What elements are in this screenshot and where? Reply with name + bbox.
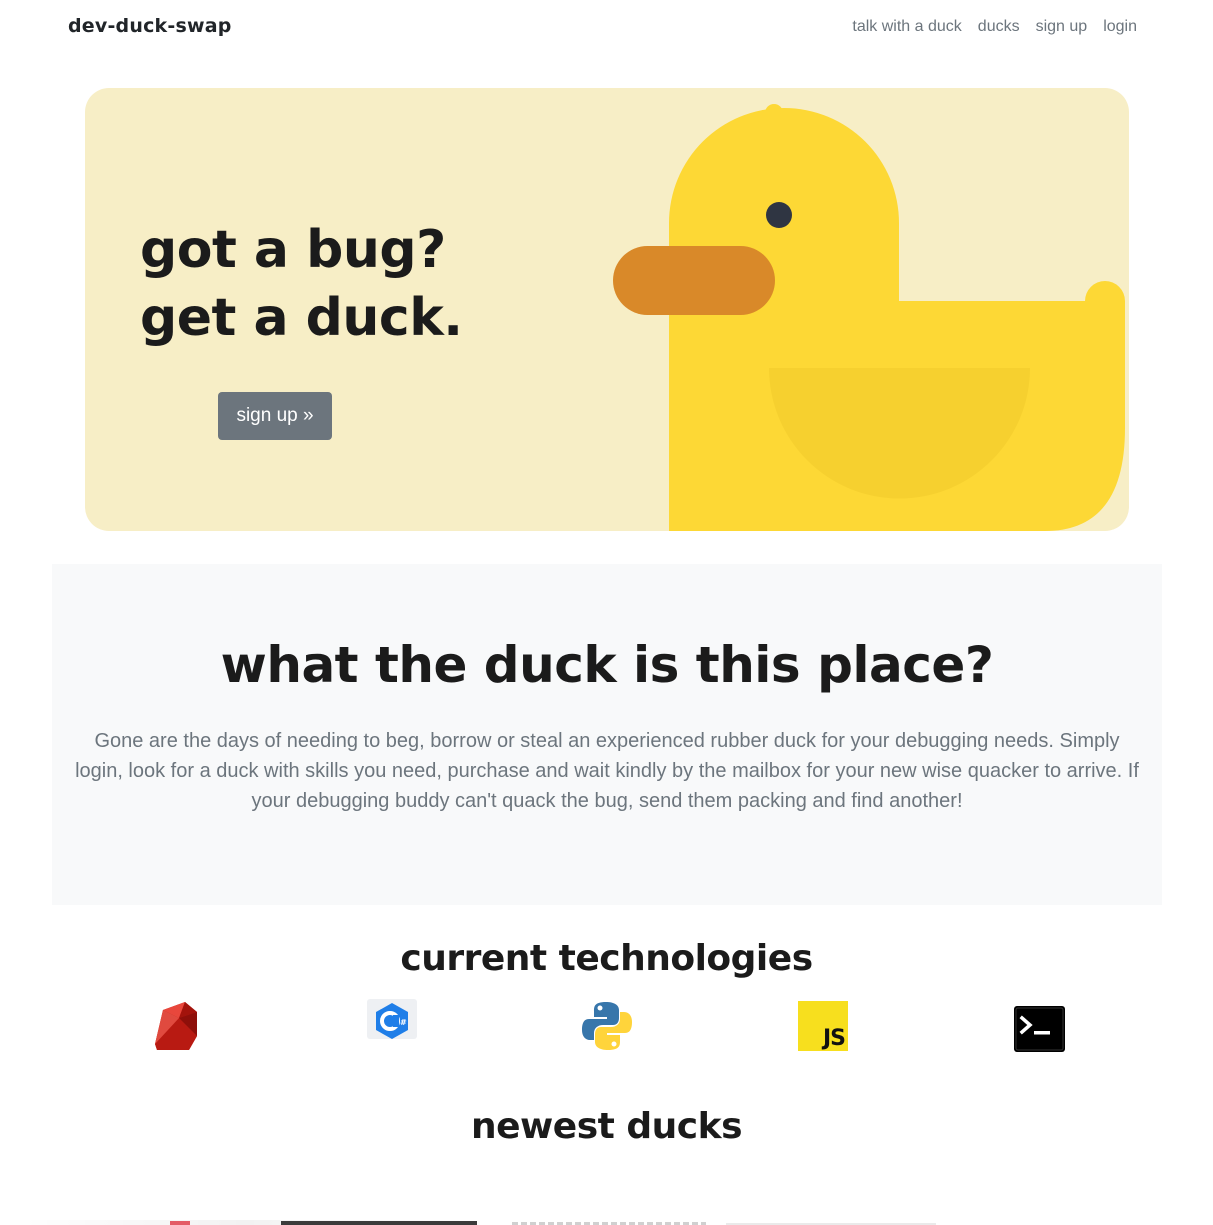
about-text: Gone are the days of needing to beg, bor… xyxy=(75,730,1139,812)
python-icon xyxy=(582,1002,632,1050)
javascript-icon: JS xyxy=(798,1001,848,1051)
hero-sign-up-button[interactable]: sign up » xyxy=(218,392,332,440)
hero-heading: got a bug? get a duck. xyxy=(140,216,463,352)
nav-link-ducks[interactable]: ducks xyxy=(978,18,1020,36)
ruby-icon xyxy=(155,1002,197,1050)
nav-links: talk with a duck ducks sign up login xyxy=(852,18,1137,36)
hero-heading-line1: got a bug? xyxy=(140,220,446,280)
brand-logo[interactable]: dev-duck-swap xyxy=(68,15,232,37)
terminal-icon xyxy=(1014,1006,1065,1052)
csharp-icon: # xyxy=(367,999,417,1039)
javascript-icon-label: JS xyxy=(822,1026,846,1051)
hero-heading-line2: get a duck. xyxy=(140,288,463,348)
svg-text:#: # xyxy=(400,1018,407,1027)
duck-card-image-peek xyxy=(170,1221,190,1225)
about-section: what the duck is this place? Gone are th… xyxy=(52,564,1162,905)
newest-ducks-title: newest ducks xyxy=(471,1106,743,1147)
navbar: dev-duck-swap talk with a duck ducks sig… xyxy=(0,0,1213,58)
about-title: what the duck is this place? xyxy=(220,636,994,694)
nav-link-sign-up[interactable]: sign up xyxy=(1036,18,1088,36)
duck-card-image-peek xyxy=(281,1221,477,1225)
hero-banner: got a bug? get a duck. sign up » xyxy=(85,88,1129,531)
duck-beak xyxy=(613,246,775,315)
technologies-title: current technologies xyxy=(400,938,813,979)
nav-link-talk-with-a-duck[interactable]: talk with a duck xyxy=(852,18,961,36)
duck-eye xyxy=(766,202,792,228)
nav-link-login[interactable]: login xyxy=(1103,18,1137,36)
